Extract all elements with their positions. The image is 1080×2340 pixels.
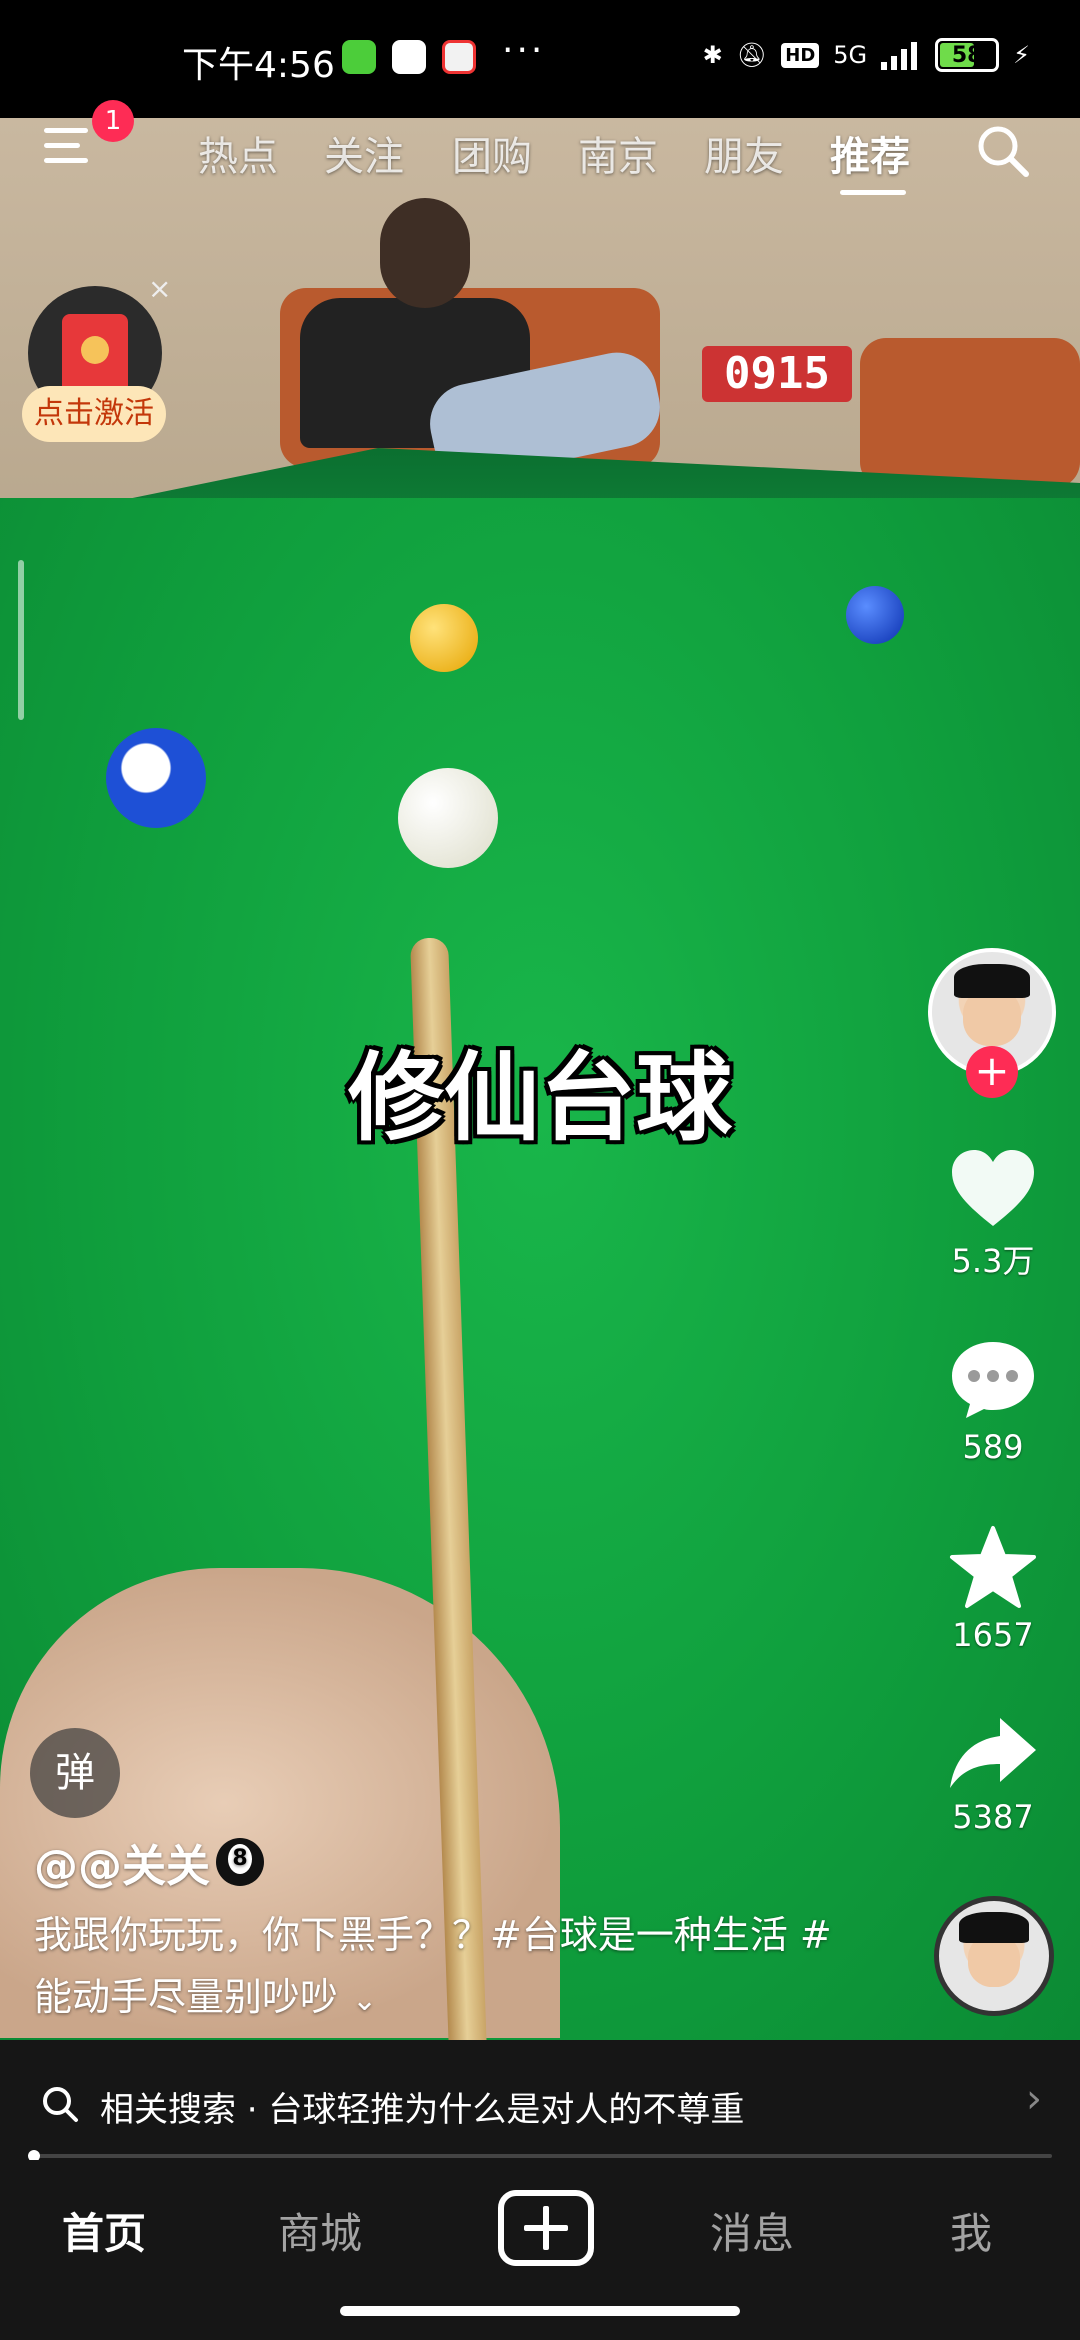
tab-nanjing[interactable]: 南京 bbox=[578, 124, 658, 182]
star-icon bbox=[950, 1526, 1036, 1608]
nav-mall[interactable]: 商城 bbox=[278, 2200, 362, 2261]
battery-icon: 58 bbox=[935, 38, 1000, 72]
create-post-button[interactable] bbox=[498, 2190, 594, 2266]
charging-icon: ⚡ bbox=[1013, 41, 1030, 69]
status-time: 下午4:56 bbox=[182, 45, 335, 86]
share-icon bbox=[950, 1718, 1036, 1788]
comment-button[interactable]: 589 bbox=[948, 1336, 1038, 1466]
nav-home[interactable]: 首页 bbox=[62, 2200, 146, 2261]
expand-chevron-icon[interactable]: ⌄ bbox=[352, 1970, 377, 2032]
nav-me[interactable]: 我 bbox=[950, 2200, 992, 2261]
hd-icon: HD bbox=[781, 42, 820, 68]
cue-ball bbox=[398, 768, 498, 868]
search-icon bbox=[43, 2087, 78, 2122]
like-count: 5.3万 bbox=[951, 1242, 1035, 1280]
video-overlay-title: 修仙台球 bbox=[348, 1042, 732, 1154]
follow-button[interactable]: + bbox=[966, 1046, 1018, 1098]
status-bar: 下午4:56 ··· ✱ 🔕︎ HD 5G 58 ⚡ bbox=[0, 0, 1080, 118]
menu-icon[interactable] bbox=[44, 128, 92, 164]
coin-icon bbox=[81, 336, 109, 364]
app-notification-icon bbox=[442, 40, 476, 74]
status-icons: ✱ 🔕︎ HD 5G 58 ⚡ bbox=[703, 38, 1030, 72]
share-count: 5387 bbox=[952, 1798, 1034, 1836]
signal-icon bbox=[881, 42, 918, 70]
network-label: 5G bbox=[833, 41, 868, 69]
more-notifications-icon: ··· bbox=[502, 30, 546, 71]
close-icon[interactable]: × bbox=[148, 272, 171, 305]
share-button[interactable]: 5387 bbox=[948, 1712, 1038, 1836]
favorite-count: 1657 bbox=[952, 1616, 1034, 1654]
music-avatar[interactable] bbox=[934, 1896, 1054, 2016]
comment-icon bbox=[952, 1342, 1034, 1418]
danmaku-toggle-button[interactable]: 弹 bbox=[30, 1728, 120, 1818]
app-notification-icon bbox=[342, 40, 376, 74]
billiard-ball-icon bbox=[216, 1838, 264, 1886]
heart-icon bbox=[952, 1150, 1034, 1226]
bluetooth-icon: ✱ bbox=[702, 41, 723, 69]
scroll-indicator bbox=[18, 560, 24, 720]
favorite-button[interactable]: 1657 bbox=[948, 1524, 1038, 1654]
search-icon[interactable] bbox=[974, 122, 1030, 178]
tab-recommended[interactable]: 推荐 bbox=[830, 124, 910, 182]
red-packet-activate-button[interactable]: 点击激活 bbox=[22, 386, 166, 442]
sofa bbox=[860, 338, 1080, 488]
like-button[interactable]: 5.3万 bbox=[948, 1146, 1038, 1282]
tab-friends[interactable]: 朋友 bbox=[704, 124, 784, 182]
related-search-text: 相关搜索 · 台球轻推为什么是对人的不尊重 bbox=[100, 2090, 745, 2130]
comment-count: 589 bbox=[962, 1428, 1024, 1466]
video-description[interactable]: 我跟你玩玩，你下黑手？？#台球是一种生活 #能动手尽量别吵吵 ⌄ bbox=[34, 1904, 834, 2032]
striped-ball bbox=[106, 728, 206, 828]
notification-badge: 1 bbox=[92, 100, 134, 142]
tab-following[interactable]: 关注 bbox=[324, 124, 404, 182]
yellow-ball bbox=[410, 604, 478, 672]
person-head bbox=[380, 198, 470, 308]
app-notification-icon bbox=[392, 40, 426, 74]
active-tab-indicator bbox=[840, 190, 906, 195]
scoreboard: 0915 bbox=[702, 346, 852, 402]
home-indicator bbox=[340, 2306, 740, 2316]
author-name[interactable]: @@关关 bbox=[34, 1830, 264, 1894]
nav-messages[interactable]: 消息 bbox=[710, 2200, 794, 2261]
related-search-bar[interactable]: 相关搜索 · 台球轻推为什么是对人的不尊重 › bbox=[0, 2040, 1080, 2160]
blue-ball bbox=[846, 586, 904, 644]
tab-hot[interactable]: 热点 bbox=[198, 124, 278, 182]
mute-icon: 🔕︎ bbox=[736, 41, 768, 69]
tab-group-buy[interactable]: 团购 bbox=[452, 124, 532, 182]
chevron-right-icon: › bbox=[1026, 2076, 1042, 2122]
video-progress-bar[interactable] bbox=[28, 2150, 1052, 2162]
